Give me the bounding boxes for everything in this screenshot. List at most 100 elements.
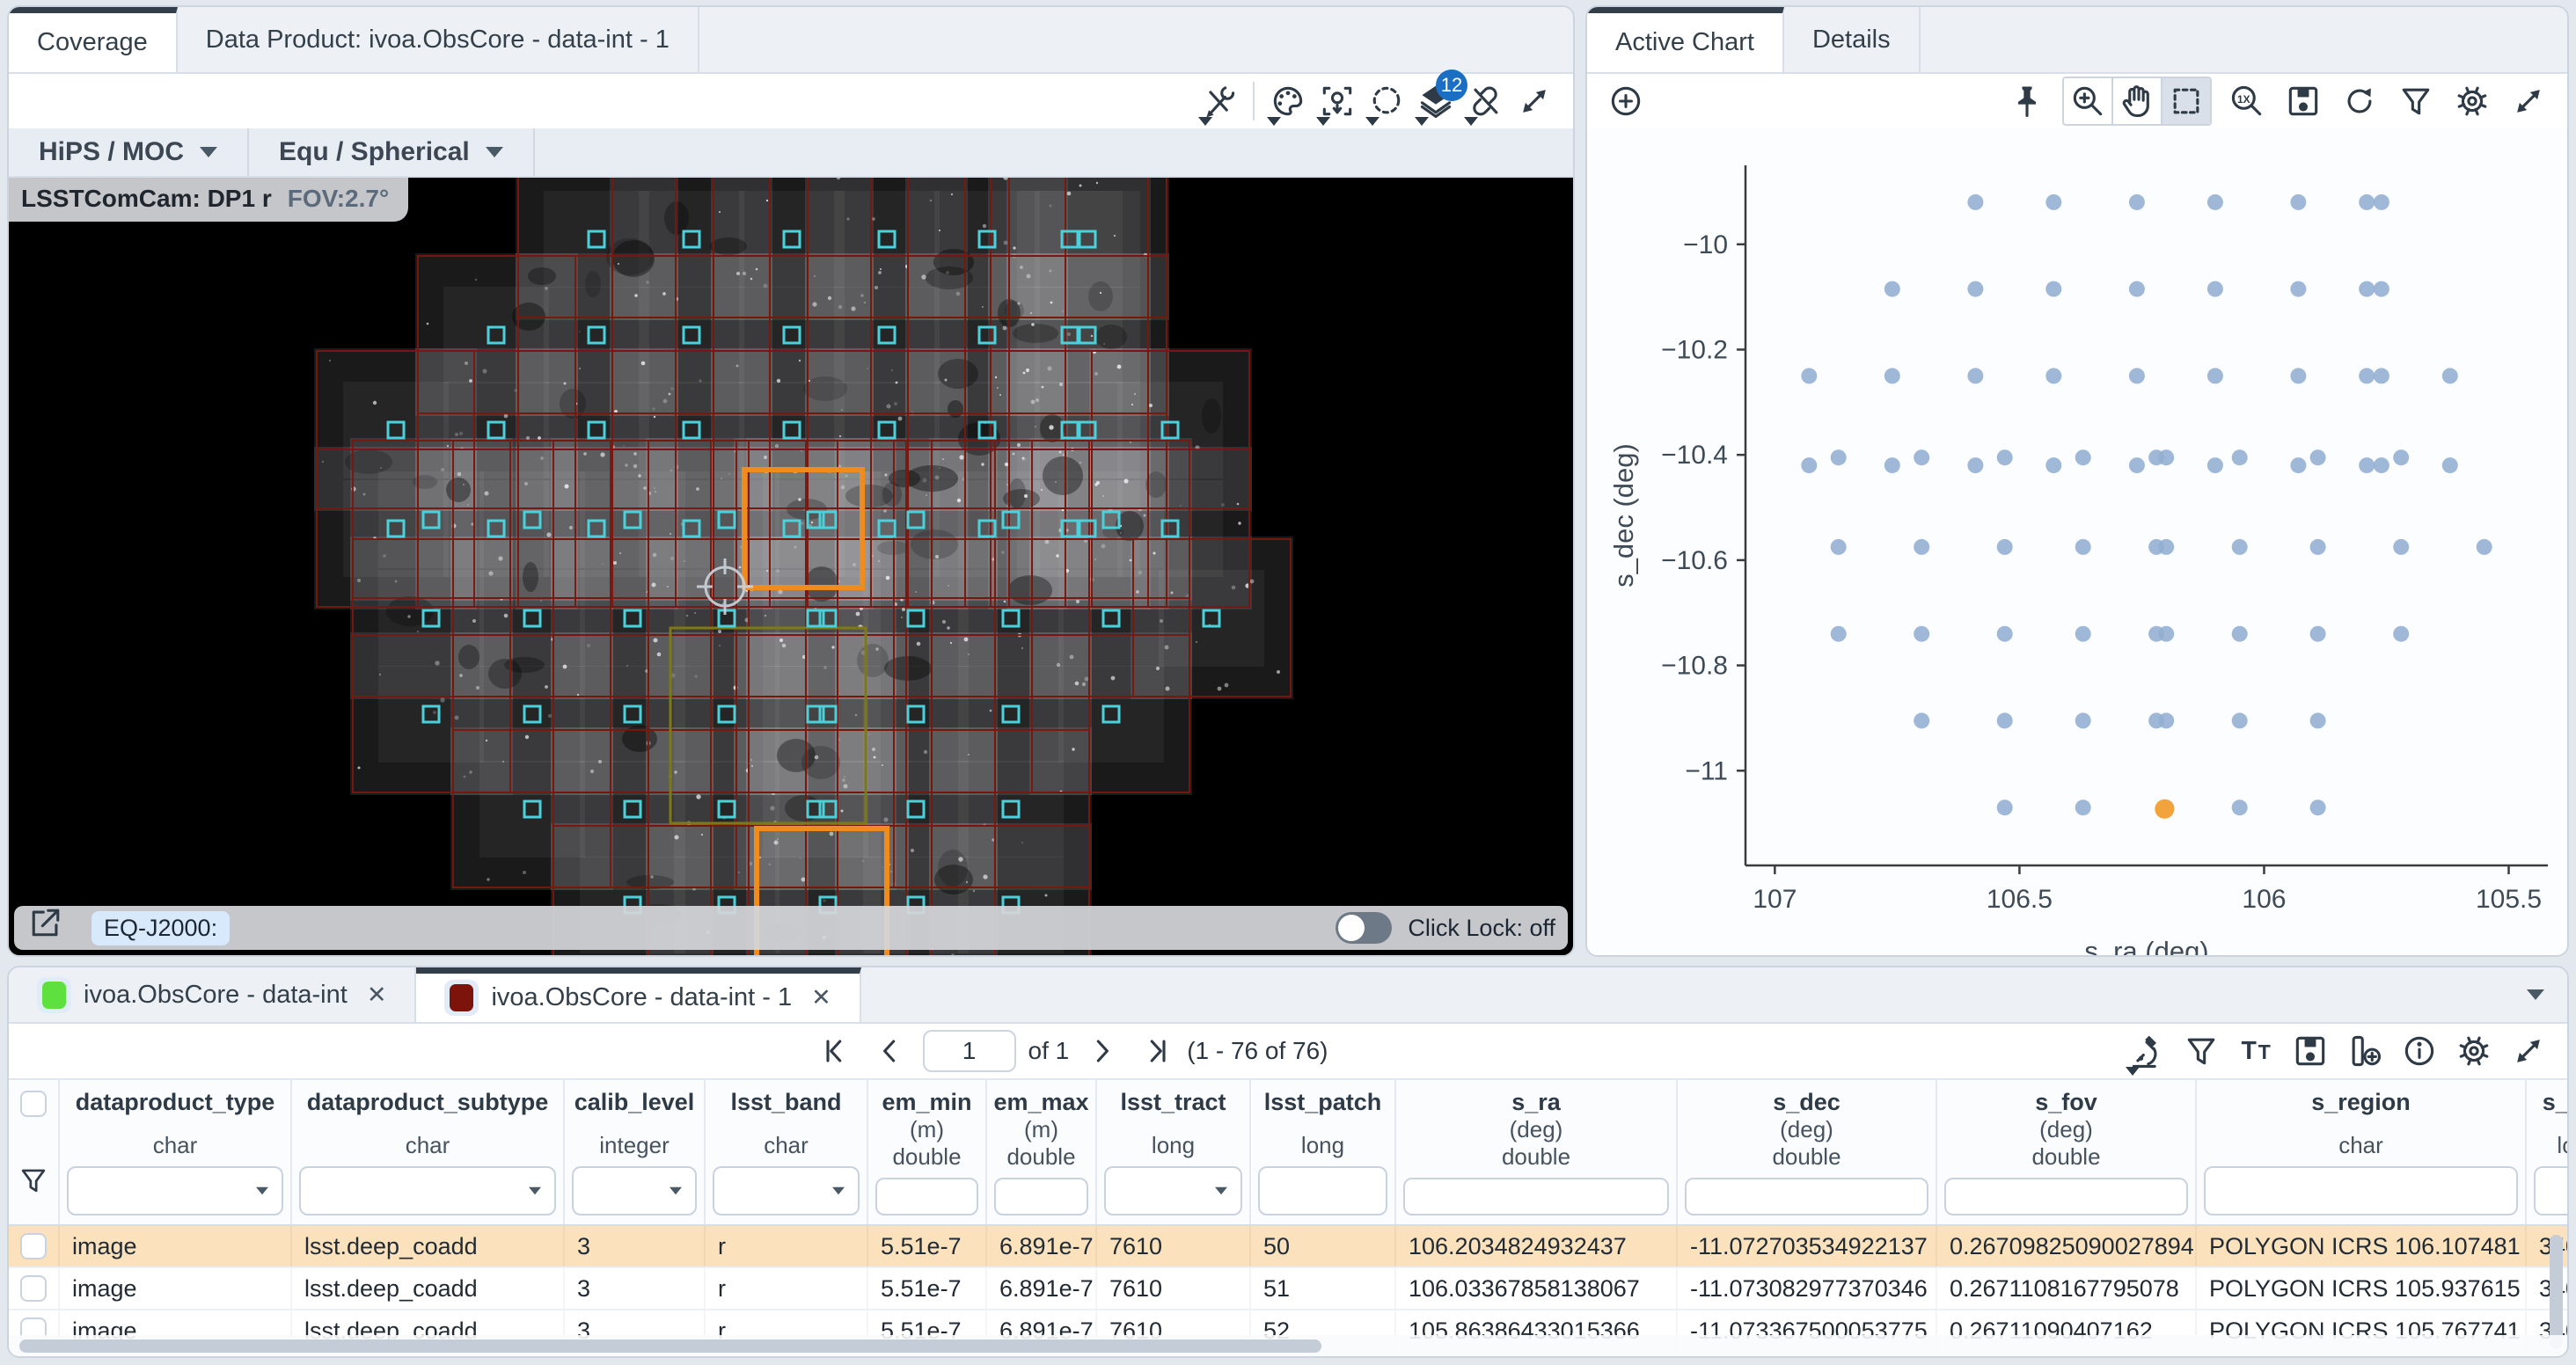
tab-ivoa-obscore-data-int-1[interactable]: ivoa.ObsCore - data-int - 1 ✕ bbox=[416, 967, 860, 1022]
box-select-button[interactable] bbox=[2163, 78, 2210, 124]
table-settings-button[interactable] bbox=[2449, 1026, 2499, 1076]
hips-moc-dropdown[interactable]: HiPS / MOC bbox=[9, 128, 247, 176]
inspect-button[interactable] bbox=[2122, 1026, 2171, 1076]
data-point bbox=[1997, 626, 2013, 642]
zoom-original-button[interactable]: 1X bbox=[2222, 77, 2272, 126]
cell-lsst_patch: 50 bbox=[1251, 1226, 1396, 1266]
add-column-button[interactable] bbox=[2340, 1026, 2389, 1076]
scrollbar-thumb[interactable] bbox=[19, 1339, 1321, 1353]
column-name[interactable]: s_dec bbox=[1773, 1089, 1841, 1116]
next-page-button[interactable] bbox=[1081, 1026, 1122, 1076]
save-table-button[interactable] bbox=[2286, 1026, 2335, 1076]
column-filter-input[interactable] bbox=[299, 1166, 556, 1215]
pan-button[interactable] bbox=[2113, 78, 2163, 124]
row-checkbox[interactable] bbox=[20, 1275, 47, 1302]
tab-coverage[interactable]: Coverage bbox=[9, 7, 178, 72]
data-point bbox=[2158, 626, 2174, 642]
page-number-input[interactable] bbox=[923, 1030, 1016, 1072]
prev-page-button[interactable] bbox=[870, 1026, 911, 1076]
table-row[interactable]: imagelsst.deep_coadd3r5.51e-76.891e-7761… bbox=[9, 1226, 2567, 1268]
click-lock-toggle[interactable] bbox=[1336, 912, 1392, 944]
column-name[interactable]: em_min bbox=[882, 1089, 971, 1116]
column-name[interactable]: lsst_patch bbox=[1264, 1089, 1382, 1116]
first-page-button[interactable] bbox=[817, 1026, 858, 1076]
chart-settings-button[interactable] bbox=[2448, 77, 2497, 126]
unlink-button[interactable] bbox=[1460, 77, 1510, 126]
select-all-checkbox[interactable] bbox=[20, 1091, 47, 1117]
column-name[interactable]: em_max bbox=[993, 1089, 1088, 1116]
column-name[interactable]: s_fov bbox=[2035, 1089, 2097, 1116]
close-icon[interactable]: ✕ bbox=[367, 982, 387, 1009]
expand-chart-button[interactable] bbox=[2504, 77, 2553, 126]
column-filter-input[interactable] bbox=[2534, 1166, 2567, 1215]
column-filter-input[interactable] bbox=[713, 1166, 860, 1215]
table-row[interactable]: imagelsst.deep_coadd3r5.51e-76.891e-7761… bbox=[9, 1268, 2567, 1310]
column-filter-input[interactable] bbox=[875, 1178, 978, 1215]
column-filter-input[interactable] bbox=[67, 1166, 283, 1215]
vertical-scrollbar[interactable] bbox=[2550, 1235, 2563, 1349]
cell-calib_level: 3 bbox=[565, 1226, 706, 1266]
column-name[interactable]: calib_level bbox=[574, 1089, 695, 1116]
column-filter-input[interactable] bbox=[1944, 1178, 2188, 1215]
last-page-button[interactable] bbox=[1134, 1026, 1175, 1076]
text-view-button[interactable]: TT bbox=[2231, 1026, 2280, 1076]
column-type: long bbox=[2557, 1132, 2567, 1159]
column-filter-input[interactable] bbox=[994, 1178, 1088, 1215]
table-filter-button[interactable] bbox=[2177, 1026, 2226, 1076]
save-chart-button[interactable] bbox=[2279, 77, 2328, 126]
column-filter-input[interactable] bbox=[1104, 1166, 1242, 1215]
table-tab-menu-caret[interactable] bbox=[2527, 989, 2544, 1000]
mouse-readout[interactable]: EQ-J2000: bbox=[91, 911, 230, 945]
recenter-button[interactable] bbox=[1313, 77, 1362, 126]
svg-text:T: T bbox=[2258, 1040, 2271, 1063]
tab-label: ivoa.ObsCore - data-int - 1 bbox=[491, 983, 792, 1012]
column-name[interactable]: lsst_tract bbox=[1120, 1089, 1226, 1116]
data-point bbox=[1967, 457, 1983, 473]
column-filter-input[interactable] bbox=[1403, 1178, 1669, 1215]
column-header-calib_level: calib_levelinteger bbox=[565, 1080, 706, 1224]
restore-chart-button[interactable] bbox=[2335, 77, 2384, 126]
chart-area[interactable]: 107106.5106105.5−10−10.2−10.4−10.6−10.8−… bbox=[1587, 128, 2567, 957]
column-filter-input[interactable] bbox=[572, 1166, 697, 1215]
tab-active-chart[interactable]: Active Chart bbox=[1587, 7, 1784, 72]
column-name[interactable]: s_xel1 bbox=[2543, 1089, 2567, 1116]
column-name[interactable]: dataproduct_subtype bbox=[307, 1089, 549, 1116]
layers-button[interactable]: 12 bbox=[1411, 77, 1460, 126]
tab-ivoa-obscore-data-int[interactable]: ivoa.ObsCore - data-int✕ bbox=[9, 967, 416, 1022]
column-filter-input[interactable] bbox=[2204, 1166, 2518, 1215]
column-type: double bbox=[1502, 1143, 1570, 1171]
tab-data-product-ivoa-obscore-data-int-1[interactable]: Data Product: ivoa.ObsCore - data-int - … bbox=[178, 7, 699, 72]
zoom-in-button[interactable] bbox=[2064, 78, 2113, 124]
close-icon[interactable]: ✕ bbox=[811, 984, 831, 1011]
dropdown-caret-icon bbox=[1198, 117, 1212, 126]
select-area-button[interactable] bbox=[1362, 77, 1411, 126]
horizontal-scrollbar[interactable] bbox=[9, 1335, 2567, 1356]
y-tick-label: −10.6 bbox=[1661, 546, 1728, 575]
tab-label: Data Product: ivoa.ObsCore - data-int - … bbox=[206, 26, 670, 55]
table-color-swatch bbox=[444, 980, 479, 1016]
column-filter-input[interactable] bbox=[1685, 1178, 1928, 1215]
pin-button[interactable] bbox=[2002, 77, 2052, 126]
column-name[interactable]: s_region bbox=[2311, 1089, 2411, 1116]
column-name[interactable]: lsst_band bbox=[730, 1089, 841, 1116]
sky-canvas[interactable] bbox=[9, 178, 1573, 955]
filter-button[interactable] bbox=[2391, 77, 2441, 126]
y-tick-label: −10 bbox=[1683, 230, 1728, 259]
tab-details[interactable]: Details bbox=[1784, 7, 1921, 72]
open-expanded-button[interactable] bbox=[26, 903, 76, 953]
tools-button[interactable] bbox=[1195, 77, 1244, 126]
add-chart-button[interactable] bbox=[1601, 77, 1650, 126]
expand-table-button[interactable] bbox=[2504, 1026, 2553, 1076]
scatter-chart[interactable]: 107106.5106105.5−10−10.2−10.4−10.6−10.8−… bbox=[1587, 128, 2567, 957]
palette-button[interactable] bbox=[1263, 77, 1313, 126]
coord-system-dropdown[interactable]: Equ / Spherical bbox=[249, 128, 533, 176]
expand-coverage-button[interactable] bbox=[1510, 77, 1559, 126]
row-checkbox[interactable] bbox=[20, 1233, 47, 1259]
column-filter-input[interactable] bbox=[1258, 1166, 1387, 1215]
data-point bbox=[2045, 368, 2061, 383]
sky-view[interactable]: LSSTComCam: DP1 rFOV:2.7° EQ-J2000: Clic… bbox=[9, 178, 1573, 955]
column-name[interactable]: dataproduct_type bbox=[76, 1089, 275, 1116]
column-name[interactable]: s_ra bbox=[1511, 1089, 1561, 1116]
data-point bbox=[2477, 539, 2492, 555]
table-info-button[interactable] bbox=[2395, 1026, 2444, 1076]
